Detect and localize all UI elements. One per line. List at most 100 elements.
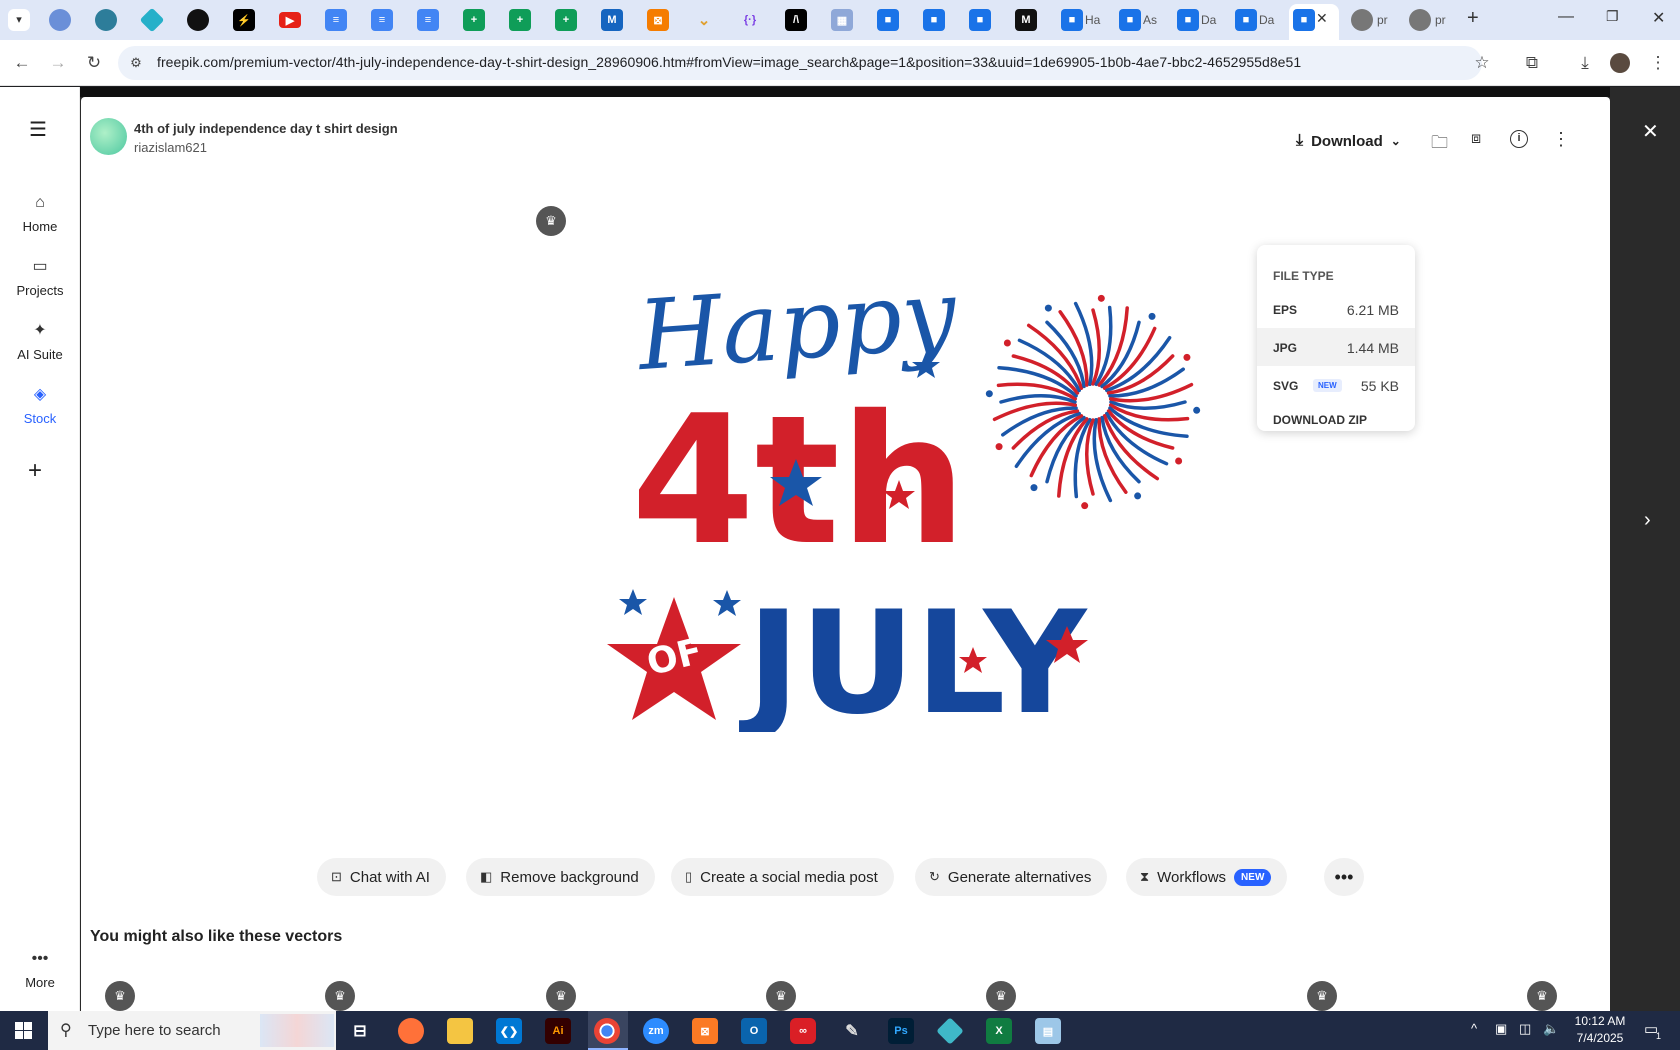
download-icon[interactable]: ⤓ xyxy=(1573,51,1597,75)
app-icon[interactable]: ▤ xyxy=(1035,1018,1061,1044)
author-avatar[interactable] xyxy=(90,118,127,155)
more-options-icon[interactable]: ⋮ xyxy=(1552,129,1570,150)
minimize-icon[interactable]: — xyxy=(1558,8,1574,26)
tab-favicon[interactable] xyxy=(187,9,209,31)
new-tab-plus-icon[interactable]: + xyxy=(1467,7,1479,30)
hamburger-menu-icon[interactable]: ☰ xyxy=(29,117,47,142)
tab-title[interactable]: pr xyxy=(1435,13,1446,27)
vscode-icon[interactable]: ❮❯ xyxy=(496,1018,522,1044)
firefox-icon[interactable] xyxy=(398,1018,424,1044)
windows-start-icon[interactable] xyxy=(15,1022,32,1039)
tab-favicon[interactable]: M xyxy=(1015,9,1037,31)
tab-favicon[interactable] xyxy=(49,9,71,31)
tab-title[interactable]: Ha xyxy=(1085,13,1100,27)
docs-icon[interactable]: ≡ xyxy=(417,9,439,31)
pen-tool-icon[interactable]: ✎ xyxy=(839,1018,865,1044)
tab-close-icon[interactable]: ✕ xyxy=(1316,10,1328,27)
download-option-svg[interactable]: SVG NEW 55 KB xyxy=(1257,366,1415,404)
forms-icon[interactable]: ■ xyxy=(923,9,945,31)
tab-title[interactable]: pr xyxy=(1377,13,1388,27)
profile-avatar[interactable] xyxy=(1610,53,1630,73)
workflows-button[interactable]: ⧗ Workflows NEW xyxy=(1126,858,1288,896)
excel-icon[interactable]: X xyxy=(986,1018,1012,1044)
chrome-icon[interactable] xyxy=(594,1018,620,1044)
photoshop-icon[interactable]: Ps xyxy=(888,1018,914,1044)
sheets-icon[interactable]: + xyxy=(463,9,485,31)
forms-icon[interactable]: ■ xyxy=(1235,9,1257,31)
docs-icon[interactable]: ≡ xyxy=(371,9,393,31)
globe-icon[interactable] xyxy=(1409,9,1431,31)
download-option-eps[interactable]: EPS 6.21 MB xyxy=(1257,290,1415,328)
zoom-icon[interactable]: zm xyxy=(643,1018,669,1044)
edit-icon[interactable]: ⧈ xyxy=(1471,130,1481,148)
app-icon[interactable] xyxy=(936,1017,964,1045)
generate-alternatives-button[interactable]: ↻ Generate alternatives xyxy=(915,858,1108,896)
globe-icon[interactable] xyxy=(1351,9,1373,31)
tray-chevron-icon[interactable]: ^ xyxy=(1471,1021,1477,1036)
download-option-jpg[interactable]: JPG 1.44 MB xyxy=(1257,328,1415,366)
sheets-icon[interactable]: + xyxy=(509,9,531,31)
tab-search-button[interactable]: ▾ xyxy=(8,9,30,31)
download-button[interactable]: ⤓ Download ⌄ xyxy=(1296,128,1401,154)
creative-cloud-icon[interactable]: ∞ xyxy=(790,1018,816,1044)
tray-volume-icon[interactable]: 🔈 xyxy=(1543,1021,1559,1037)
clock-date[interactable]: 7/4/2025 xyxy=(1570,1031,1630,1045)
tab-favicon[interactable]: ▦ xyxy=(831,9,853,31)
tab-favicon[interactable]: /\ xyxy=(785,9,807,31)
tab-title[interactable]: Da xyxy=(1201,13,1216,27)
save-to-collection-icon[interactable]: 🗀 xyxy=(1431,130,1448,159)
window-close-icon[interactable]: ✕ xyxy=(1652,8,1665,28)
task-view-icon[interactable]: ⊟ xyxy=(347,1018,373,1044)
tab-favicon[interactable]: ⌄ xyxy=(693,9,715,31)
tray-wifi-icon[interactable]: ◫ xyxy=(1519,1021,1531,1037)
tab-favicon[interactable]: ⚡ xyxy=(233,9,255,31)
download-zip-button[interactable]: DOWNLOAD ZIP xyxy=(1257,403,1415,441)
forms-icon[interactable]: ■ xyxy=(1061,9,1083,31)
xampp-icon[interactable]: ⊠ xyxy=(692,1018,718,1044)
clock-time[interactable]: 10:12 AM xyxy=(1570,1014,1630,1028)
file-explorer-icon[interactable] xyxy=(447,1018,473,1044)
docs-icon[interactable]: ≡ xyxy=(325,9,347,31)
youtube-icon[interactable]: ▶ xyxy=(279,12,301,28)
illustrator-icon[interactable]: Ai xyxy=(545,1018,571,1044)
forward-arrow-icon[interactable]: → xyxy=(46,51,70,75)
restore-icon[interactable]: ❐ xyxy=(1606,8,1619,25)
close-modal-icon[interactable]: ✕ xyxy=(1642,119,1659,144)
add-plus-icon[interactable]: + xyxy=(28,457,42,485)
info-icon[interactable]: i xyxy=(1510,130,1528,148)
tray-network-icon[interactable]: ▣ xyxy=(1495,1021,1507,1037)
reload-icon[interactable]: ↻ xyxy=(82,51,106,75)
taskbar-search-box[interactable]: ⚲ Type here to search xyxy=(48,1011,336,1050)
outlook-icon[interactable]: O xyxy=(741,1018,767,1044)
chat-with-ai-button[interactable]: ⊡ Chat with AI xyxy=(317,858,446,896)
sidebar-item-more[interactable]: ••• More xyxy=(0,949,80,990)
browser-menu-icon[interactable]: ⋮ xyxy=(1646,51,1670,75)
extensions-icon[interactable]: ⧉ xyxy=(1520,51,1544,75)
sidebar-item-projects[interactable]: ▭ Projects xyxy=(0,257,80,298)
back-arrow-icon[interactable]: ← xyxy=(10,51,34,75)
tab-title[interactable]: As xyxy=(1143,13,1157,27)
forms-icon[interactable]: ■ xyxy=(969,9,991,31)
remove-background-button[interactable]: ◧ Remove background xyxy=(466,858,655,896)
tab-favicon[interactable]: ⊠ xyxy=(647,9,669,31)
create-social-post-button[interactable]: ▯ Create a social media post xyxy=(671,858,894,896)
sidebar-item-home[interactable]: ⌂ Home xyxy=(0,193,80,234)
url-text[interactable]: freepik.com/premium-vector/4th-july-inde… xyxy=(157,54,1301,70)
tab-favicon[interactable]: {·} xyxy=(739,9,761,31)
sidebar-item-stock[interactable]: ◈ Stock xyxy=(0,385,80,426)
sidebar-item-ai-suite[interactable]: ✦ AI Suite xyxy=(0,321,80,362)
forms-icon[interactable]: ■ xyxy=(877,9,899,31)
bookmark-star-icon[interactable]: ☆ xyxy=(1470,51,1494,75)
forms-icon[interactable]: ■ xyxy=(1293,9,1315,31)
author-name[interactable]: riazislam621 xyxy=(134,140,207,155)
tab-favicon[interactable]: M xyxy=(601,9,623,31)
tab-favicon[interactable] xyxy=(95,9,117,31)
forms-icon[interactable]: ■ xyxy=(1177,9,1199,31)
tab-favicon[interactable] xyxy=(139,7,165,33)
forms-icon[interactable]: ■ xyxy=(1119,9,1141,31)
more-tools-button[interactable]: ••• xyxy=(1324,858,1364,896)
sheets-icon[interactable]: + xyxy=(555,9,577,31)
site-info-icon[interactable]: ⚙ xyxy=(124,51,148,75)
next-arrow-icon[interactable]: › xyxy=(1644,509,1651,532)
tab-title[interactable]: Da xyxy=(1259,13,1274,27)
